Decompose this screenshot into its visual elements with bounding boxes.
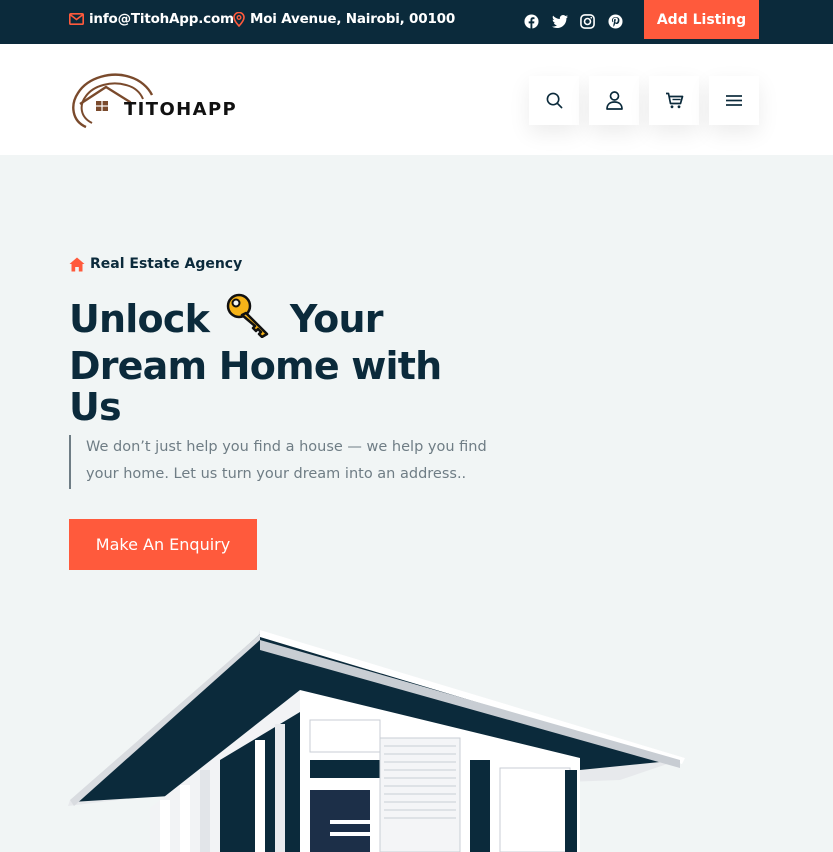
account-button[interactable] (589, 76, 639, 125)
search-icon (546, 92, 562, 109)
hero-description-block: We don’t just help you find a house — we… (69, 435, 489, 489)
home-icon (69, 257, 85, 271)
site-header: TITOHAPP (0, 44, 833, 155)
make-enquiry-button[interactable]: Make An Enquiry (69, 519, 257, 570)
user-icon (605, 91, 623, 110)
key-icon (225, 292, 273, 346)
add-listing-button[interactable]: Add Listing (644, 0, 759, 39)
building-illustration (68, 630, 685, 852)
email-text: info@TitohApp.com (89, 11, 234, 27)
twitter-icon[interactable] (552, 12, 580, 30)
top-bar: info@TitohApp.com Moi Avenue, Nairobi, 0… (0, 0, 833, 44)
facebook-icon[interactable] (524, 12, 552, 30)
social-links (524, 12, 636, 30)
hero-tagline: Real Estate Agency (69, 256, 242, 272)
logo-text: TITOHAPP (124, 99, 238, 120)
mail-icon (69, 13, 84, 25)
pinterest-icon[interactable] (608, 12, 636, 30)
menu-button[interactable] (709, 76, 759, 125)
search-button[interactable] (529, 76, 579, 125)
hero-headline: Unlock Your Dream Home with Us (69, 292, 499, 428)
tagline-text: Real Estate Agency (90, 256, 243, 272)
contact-email[interactable]: info@TitohApp.com (69, 11, 234, 27)
cart-icon (665, 92, 683, 109)
map-pin-icon (233, 11, 245, 27)
menu-icon (726, 95, 742, 106)
logo[interactable]: TITOHAPP (68, 69, 253, 131)
cart-button[interactable] (649, 76, 699, 125)
instagram-icon[interactable] (580, 12, 608, 30)
headline-part1: Unlock (69, 297, 210, 341)
address-text: Moi Avenue, Nairobi, 00100 (250, 11, 456, 27)
contact-address: Moi Avenue, Nairobi, 00100 (233, 11, 455, 27)
hero-description: We don’t just help you find a house — we… (86, 439, 487, 482)
